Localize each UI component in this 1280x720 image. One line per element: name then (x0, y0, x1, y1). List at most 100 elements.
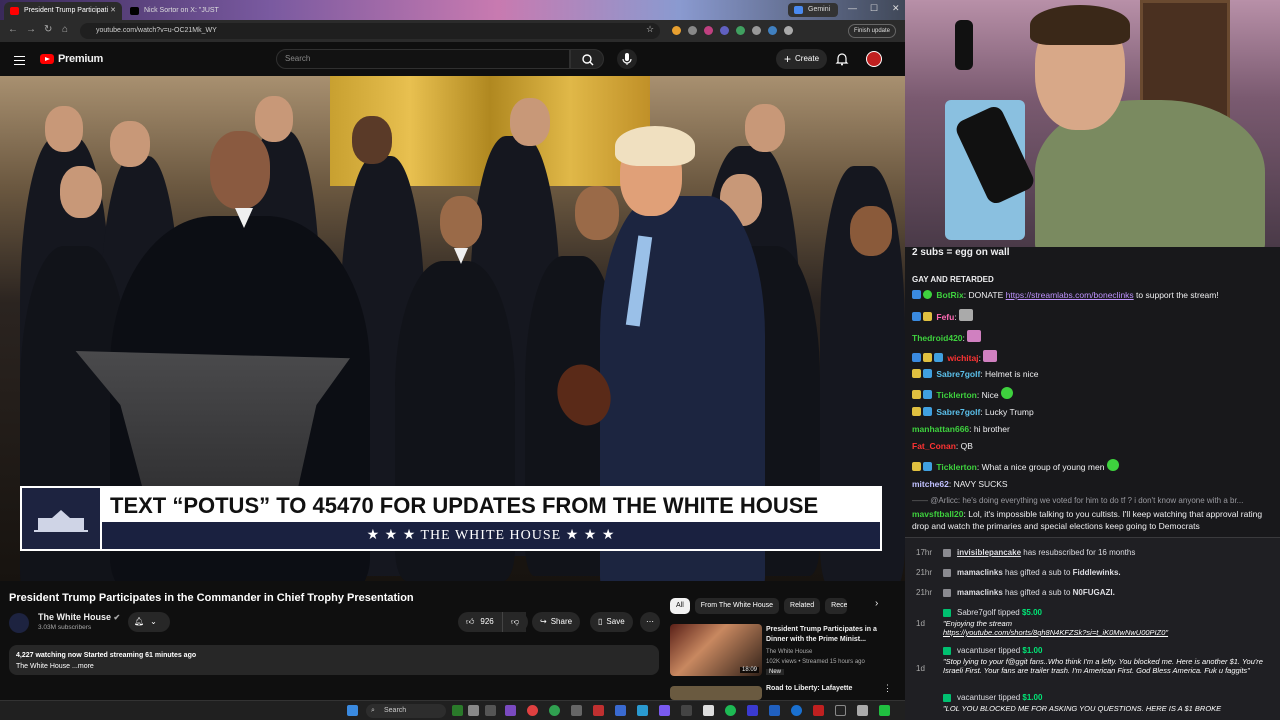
event-user[interactable]: mamaclinks (957, 568, 1003, 577)
subscribe-bell-button[interactable]: 🔔︎ ⌄ (128, 612, 170, 632)
app-icon[interactable] (857, 705, 868, 716)
video-player[interactable]: TEXT “POTUS” TO 45470 FOR UPDATES FROM T… (0, 76, 905, 581)
description-more[interactable]: The White House ...more (16, 661, 652, 672)
chat-username[interactable]: Fat_Conan (912, 441, 956, 451)
dislike-button[interactable]: 👎︎ (502, 612, 528, 632)
close-icon[interactable]: ✕ (110, 2, 116, 20)
back-icon[interactable]: ← (8, 24, 18, 35)
video-thumbnail[interactable] (670, 686, 762, 700)
chip-from-channel[interactable]: From The White House (694, 598, 780, 614)
app-icon[interactable] (571, 705, 582, 716)
chevron-right-icon[interactable]: › (875, 598, 878, 609)
tab-gemini[interactable]: Gemini (788, 3, 838, 17)
chat-username[interactable]: Sabre7golf (936, 407, 980, 417)
chat-username[interactable]: wichitaj (947, 353, 978, 363)
tip-amount: $5.00 (1021, 608, 1042, 617)
chat-link[interactable]: https://streamlabs.com/boneclinks (1006, 290, 1134, 300)
youtube-logo[interactable]: Premium (40, 53, 103, 65)
app-icon[interactable] (468, 705, 479, 716)
event-target[interactable]: Fiddlewinks. (1073, 568, 1121, 577)
extension-icon[interactable] (720, 26, 729, 35)
event-user[interactable]: mamaclinks (957, 588, 1003, 597)
event-user[interactable]: vacantuser (957, 693, 996, 702)
finish-update-button[interactable]: Finish update (848, 24, 897, 38)
forward-icon[interactable]: → (26, 24, 36, 35)
cadet-head (745, 104, 785, 152)
app-icon[interactable] (747, 705, 758, 716)
more-actions-button[interactable]: ⋯ (640, 612, 660, 632)
minimize-icon[interactable]: — (848, 3, 857, 13)
maximize-icon[interactable]: ☐ (870, 3, 878, 14)
chat-username[interactable]: BotRix (936, 290, 963, 300)
profile-icon[interactable] (784, 26, 793, 35)
extension-icon[interactable] (736, 26, 745, 35)
app-icon[interactable] (703, 705, 714, 716)
chat-username[interactable]: mitche62 (912, 479, 949, 489)
chat-username[interactable]: Ticklerton (936, 390, 976, 400)
hamburger-menu-icon[interactable] (14, 53, 25, 68)
description-box[interactable]: 4,227 watching now Started streaming 61 … (9, 645, 659, 675)
extension-icon[interactable] (704, 26, 713, 35)
chat-username[interactable]: Fefu (936, 312, 954, 322)
search-input[interactable]: Search (276, 49, 570, 69)
chip-recent[interactable]: Rece (825, 598, 848, 614)
home-icon[interactable]: ⌂ (62, 24, 68, 35)
taskbar: ⌕ Search (0, 700, 905, 720)
chat-username[interactable]: Sabre7golf (936, 369, 980, 379)
event-target[interactable]: N0FUGAZI. (1073, 588, 1115, 597)
save-button[interactable]: ▯ Save (590, 612, 633, 632)
app-icon[interactable] (485, 705, 496, 716)
channel-name[interactable]: The White House ✔ (38, 612, 120, 622)
app-icon[interactable] (681, 705, 692, 716)
app-icon[interactable] (879, 705, 890, 716)
related-video-title[interactable]: President Trump Participates in a Dinner… (766, 625, 878, 645)
tip-link[interactable]: https://youtube.com/shorts/8qh8N4KFZSk?s… (943, 628, 1168, 637)
extension-icon[interactable] (688, 26, 697, 35)
app-icon[interactable] (835, 705, 846, 716)
chat-username[interactable]: mavsftball20 (912, 509, 964, 519)
discord-icon[interactable] (659, 705, 670, 716)
chip-all[interactable]: All (670, 598, 690, 614)
chip-related[interactable]: Related (784, 598, 821, 614)
taskbar-search[interactable]: ⌕ Search (366, 704, 446, 718)
chrome-icon[interactable] (527, 705, 538, 716)
bookmark-star-icon[interactable]: ☆ (646, 24, 654, 35)
chat-username[interactable]: Thedroid420 (912, 333, 963, 343)
event-user[interactable]: vacantuser (957, 646, 996, 655)
chat-username[interactable]: manhattan666 (912, 424, 969, 434)
app-icon[interactable] (593, 705, 604, 716)
voice-search-button[interactable] (617, 49, 637, 69)
app-icon[interactable] (769, 705, 780, 716)
avatar[interactable] (866, 51, 882, 67)
share-button[interactable]: ↪ Share (532, 612, 581, 632)
app-icon[interactable] (791, 705, 802, 716)
app-icon[interactable] (615, 705, 626, 716)
chat-username[interactable]: Ticklerton (936, 462, 976, 472)
start-icon[interactable] (347, 705, 358, 716)
tab-youtube[interactable]: President Trump Participati ✕ (4, 2, 122, 20)
url-field[interactable]: youtube.com/watch?v=u-OC21Mk_WY (80, 23, 660, 39)
related-panel: All From The White House Related Rece › … (665, 595, 905, 700)
app-icon[interactable] (452, 705, 463, 716)
event-user[interactable]: invisiblepancake (957, 548, 1021, 557)
app-icon[interactable] (813, 705, 824, 716)
window-close-icon[interactable]: ✕ (892, 3, 900, 14)
spotify-icon[interactable] (725, 705, 736, 716)
notifications-bell-icon[interactable] (835, 52, 849, 66)
more-icon[interactable]: ⋮ (883, 683, 892, 694)
tab-x[interactable]: Nick Sortor on X: "JUST (124, 2, 242, 20)
event-user[interactable]: Sabre7golf (957, 608, 996, 617)
app-icon[interactable] (505, 705, 516, 716)
create-button[interactable]: + Create (776, 49, 828, 69)
extension-icon[interactable] (672, 26, 681, 35)
related-video-card[interactable]: 18:09 (670, 624, 762, 676)
app-icon[interactable] (637, 705, 648, 716)
reload-icon[interactable]: ↻ (44, 24, 52, 35)
extension-icon[interactable] (752, 26, 761, 35)
app-icon[interactable] (549, 705, 560, 716)
channel-avatar[interactable] (9, 613, 29, 633)
gift-badge-icon (923, 407, 932, 416)
search-button[interactable] (570, 49, 604, 69)
related-video-title[interactable]: Road to Liberty: Lafayette (766, 685, 852, 692)
extension-icon[interactable] (768, 26, 777, 35)
